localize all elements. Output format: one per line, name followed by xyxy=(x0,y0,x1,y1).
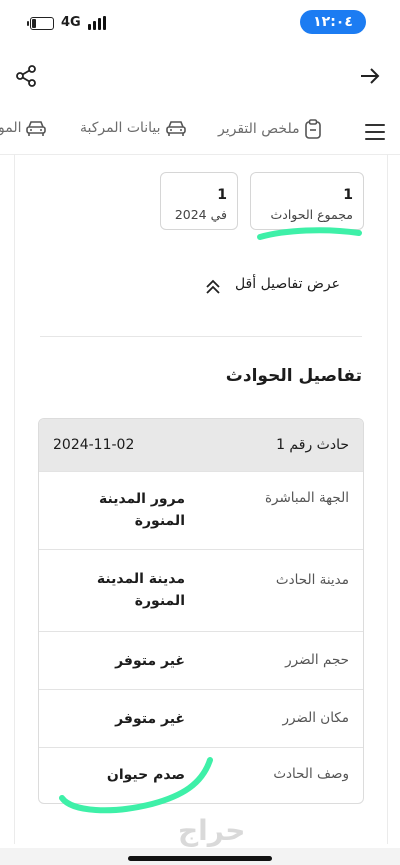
home-indicator xyxy=(128,856,272,861)
row-key: وصف الحادث xyxy=(273,766,349,782)
tab-label: ملخص التقرير xyxy=(218,121,300,137)
row-value: مرور المدينة المنورة xyxy=(98,491,185,529)
incident-date: 2024-11-02 xyxy=(53,437,135,453)
signal-icon xyxy=(88,16,110,30)
car-icon xyxy=(26,121,47,136)
tab-report-summary[interactable]: ملخص التقرير xyxy=(218,119,322,145)
share-icon[interactable] xyxy=(14,64,38,88)
arrow-right-icon[interactable] xyxy=(358,64,382,88)
tab-partial[interactable]: المو xyxy=(0,119,47,145)
tab-label: المو xyxy=(0,120,22,136)
status-bar: 4G ١٢:٠٤ xyxy=(0,0,400,50)
tab-vehicle-data[interactable]: بيانات المركبة xyxy=(80,119,187,145)
incident-table: حادث رقم 1 2024-11-02 الجهة المباشرة مرو… xyxy=(38,418,364,804)
stat-value: 1 xyxy=(343,187,353,203)
row-key: مكان الضرر xyxy=(282,710,349,726)
highlight-underline xyxy=(59,757,213,814)
clipboard-icon xyxy=(304,119,321,139)
stat-year-accidents: 1 في 2024 xyxy=(160,172,238,230)
section-title: تفاصيل الحوادث xyxy=(225,366,362,386)
network-type: 4G xyxy=(61,15,81,30)
stat-value: 1 xyxy=(217,187,227,203)
row-value: غير متوفر xyxy=(115,653,185,669)
tab-label: بيانات المركبة xyxy=(80,120,161,136)
toggle-label: عرض تفاصيل أقل xyxy=(234,276,340,292)
chevrons-up-icon xyxy=(206,279,220,294)
table-row: مدينة الحادث مدينة المدينة المنورة xyxy=(39,549,363,632)
stat-label: مجموع الحوادث xyxy=(270,207,354,222)
highlight-underline xyxy=(257,227,362,240)
row-key: الجهة المباشرة xyxy=(264,490,349,506)
menu-icon[interactable] xyxy=(365,124,385,140)
battery-icon xyxy=(27,17,54,30)
row-value: غير متوفر xyxy=(115,711,185,727)
row-value: مدينة المدينة المنورة xyxy=(96,571,185,609)
table-row: مكان الضرر غير متوفر xyxy=(39,689,363,748)
car-icon xyxy=(165,121,186,136)
stat-label: في 2024 xyxy=(174,207,227,222)
status-time: ١٢:٠٤ xyxy=(300,10,366,34)
divider xyxy=(40,336,362,337)
row-key: مدينة الحادث xyxy=(275,572,349,588)
incident-number: حادث رقم 1 xyxy=(276,437,349,453)
table-row: حجم الضرر غير متوفر xyxy=(39,631,363,690)
tab-bar: ملخص التقرير بيانات المركبة المو xyxy=(0,110,400,155)
watermark-logo: حراج xyxy=(178,814,246,847)
table-row: الجهة المباشرة مرور المدينة المنورة xyxy=(39,471,363,550)
incident-header: حادث رقم 1 2024-11-02 xyxy=(39,419,363,471)
row-key: حجم الضرر xyxy=(285,652,349,668)
